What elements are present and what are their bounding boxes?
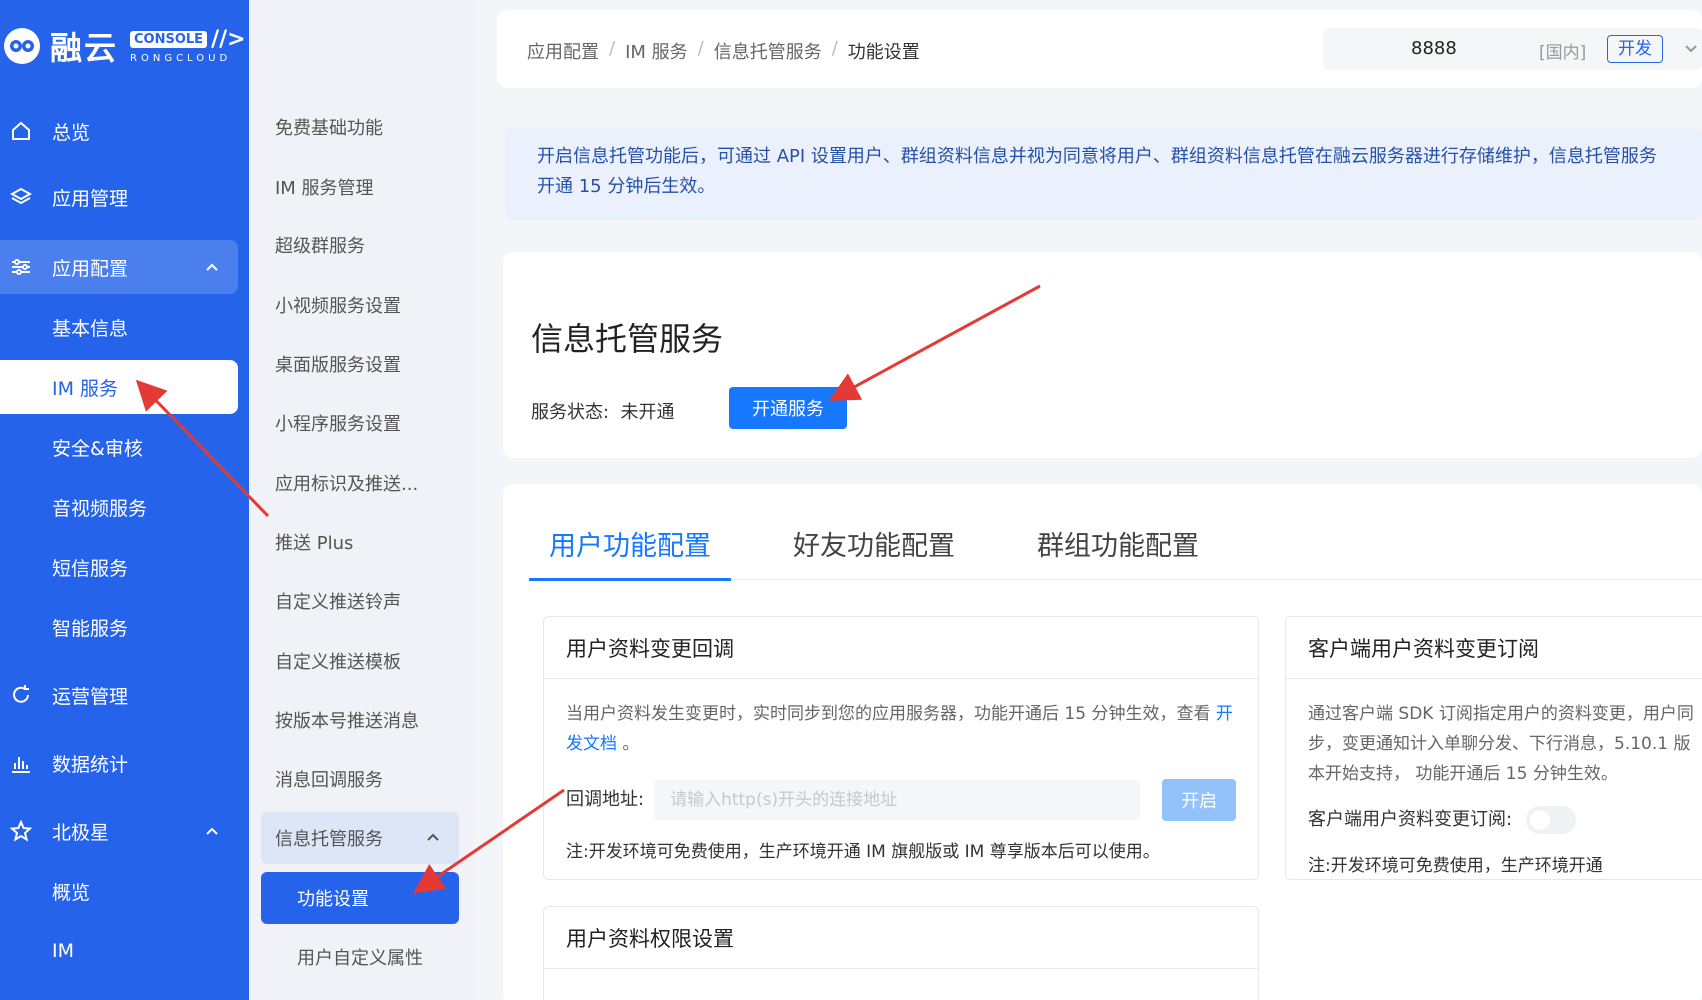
- tab-group-config[interactable]: 群组功能配置: [1017, 524, 1219, 580]
- rongcloud-logo-icon: [0, 24, 44, 68]
- subnav-item[interactable]: 推送 Plus: [275, 517, 353, 567]
- service-status: 服务状态: 未开通: [531, 402, 675, 423]
- primary-sidebar: 融云 CONSOLE //> RONGCLOUD 总览 应用管理 应用配置 基本…: [0, 0, 249, 1000]
- region-label: [国内]: [1539, 43, 1587, 63]
- panel-title: 用户资料变更回调: [544, 617, 1258, 679]
- tab-friend-config[interactable]: 好友功能配置: [773, 524, 975, 580]
- subnav-item-function-settings[interactable]: 功能设置: [261, 872, 459, 924]
- console-slash: //>: [211, 26, 246, 52]
- breadcrumb-current: 功能设置: [847, 42, 920, 63]
- chevron-up-icon: [204, 822, 220, 844]
- layers-icon: [4, 185, 38, 209]
- nav-statistics[interactable]: 数据统计: [0, 736, 238, 790]
- panel-desc: 通过客户端 SDK 订阅指定用户的资料变更，用户同步，变更通知计入单聊分发、下行…: [1308, 704, 1694, 784]
- nav-polaris-overview[interactable]: 概览: [52, 864, 90, 918]
- nav-app-config[interactable]: 应用配置: [0, 240, 238, 294]
- secondary-sidebar: 免费基础功能 IM 服务管理 超级群服务 小视频服务设置 桌面版服务设置 小程序…: [249, 0, 473, 1000]
- subnav-item[interactable]: 自定义推送铃声: [275, 576, 401, 626]
- nav-basic-info[interactable]: 基本信息: [52, 300, 128, 354]
- subnav-item[interactable]: 按版本号推送消息: [275, 695, 419, 745]
- bar-chart-icon: [4, 751, 38, 775]
- breadcrumb-item[interactable]: IM 服务: [625, 38, 688, 64]
- subnav-item[interactable]: 应用标识及推送...: [275, 458, 418, 508]
- subnav-item[interactable]: 小视频服务设置: [275, 280, 401, 330]
- brand-sub: RONGCLOUD: [130, 52, 232, 64]
- console-label: CONSOLE: [130, 31, 208, 48]
- sliders-icon: [4, 255, 38, 279]
- subnav-item[interactable]: 小程序服务设置: [275, 398, 401, 448]
- nav-smart-service[interactable]: 智能服务: [52, 600, 128, 654]
- chevron-down-icon: [1683, 40, 1699, 60]
- nav-av-service[interactable]: 音视频服务: [52, 480, 147, 534]
- app-selector[interactable]: 8888 [国内] 开发: [1323, 28, 1702, 70]
- nav-sms-service[interactable]: 短信服务: [52, 540, 128, 594]
- subscribe-note: 注:开发环境可免费使用，生产环境开通: [1308, 856, 1603, 876]
- config-tabs: 用户功能配置 好友功能配置 群组功能配置: [529, 524, 1702, 581]
- callback-note: 注:开发环境可免费使用，生产环境开通 IM 旗舰版或 IM 尊享版本后可以使用。: [566, 842, 1160, 862]
- env-tag: 开发: [1607, 35, 1663, 63]
- rongcloud-logo[interactable]: 融云 CONSOLE //> RONGCLOUD: [0, 22, 246, 70]
- nav-polaris-im[interactable]: IM: [52, 924, 74, 978]
- subnav-item[interactable]: IM 服务管理: [275, 162, 374, 212]
- service-title: 信息托管服务: [531, 320, 724, 358]
- subnav-item[interactable]: 自定义推送模板: [275, 636, 401, 686]
- subnav-item[interactable]: 桌面版服务设置: [275, 339, 401, 389]
- callback-url-label: 回调地址:: [566, 789, 645, 810]
- brand-name: 融云: [50, 29, 119, 67]
- callback-url-input[interactable]: [654, 780, 1141, 820]
- nav-im-service[interactable]: IM 服务: [0, 360, 238, 414]
- chevron-up-icon: [425, 829, 441, 850]
- subnav-item[interactable]: 免费基础功能: [275, 102, 383, 152]
- star-icon: [4, 819, 38, 843]
- refresh-icon: [4, 683, 38, 707]
- panel-user-permission: 用户资料权限设置: [543, 906, 1259, 1000]
- chevron-up-icon: [204, 258, 220, 280]
- nav-overview[interactable]: 总览: [0, 104, 238, 158]
- subscribe-toggle-label: 客户端用户资料变更订阅:: [1308, 809, 1513, 830]
- panel-desc: 当用户资料发生变更时，实时同步到您的应用服务器，功能开通后 15 分钟生效，查看…: [566, 704, 1233, 754]
- breadcrumb: 应用配置 / IM 服务 / 信息托管服务 / 功能设置: [527, 38, 920, 64]
- info-notice: 开启信息托管功能后，可通过 API 设置用户、群组资料信息并视为同意将用户、群组…: [505, 128, 1702, 220]
- nav-polaris[interactable]: 北极星: [0, 804, 238, 858]
- home-icon: [4, 119, 38, 143]
- subnav-group-info-hosting[interactable]: 信息托管服务: [261, 812, 459, 864]
- app-id: 8888: [1411, 38, 1457, 59]
- breadcrumb-item[interactable]: 信息托管服务: [714, 38, 822, 64]
- panel-title: 客户端用户资料变更订阅: [1286, 617, 1702, 679]
- panel-user-callback: 用户资料变更回调 当用户资料发生变更时，实时同步到您的应用服务器，功能开通后 1…: [543, 616, 1259, 880]
- subnav-item-user-custom-attr[interactable]: 用户自定义属性: [297, 932, 423, 982]
- subnav-item[interactable]: 超级群服务: [275, 220, 365, 270]
- nav-ops-manage[interactable]: 运营管理: [0, 668, 238, 722]
- subscribe-toggle[interactable]: [1526, 806, 1577, 834]
- service-status-value: 未开通: [620, 402, 675, 423]
- panel-title: 用户资料权限设置: [544, 907, 1258, 969]
- open-service-button[interactable]: 开通服务: [729, 387, 847, 429]
- enable-callback-button[interactable]: 开启: [1162, 779, 1236, 821]
- panel-client-subscribe: 客户端用户资料变更订阅 通过客户端 SDK 订阅指定用户的资料变更，用户同步，变…: [1285, 616, 1702, 880]
- config-card: 用户功能配置 好友功能配置 群组功能配置 用户资料变更回调 当用户资料发生变更时…: [503, 484, 1702, 1000]
- breadcrumb-item[interactable]: 应用配置: [527, 38, 599, 64]
- service-card: 信息托管服务 服务状态: 未开通 开通服务: [503, 252, 1702, 458]
- nav-app-manage[interactable]: 应用管理: [0, 170, 238, 224]
- top-header: 应用配置 / IM 服务 / 信息托管服务 / 功能设置 8888 [国内] 开…: [497, 10, 1702, 88]
- nav-security[interactable]: 安全&审核: [52, 420, 143, 474]
- subnav-item[interactable]: 消息回调服务: [275, 754, 383, 804]
- tab-user-config[interactable]: 用户功能配置: [529, 524, 731, 581]
